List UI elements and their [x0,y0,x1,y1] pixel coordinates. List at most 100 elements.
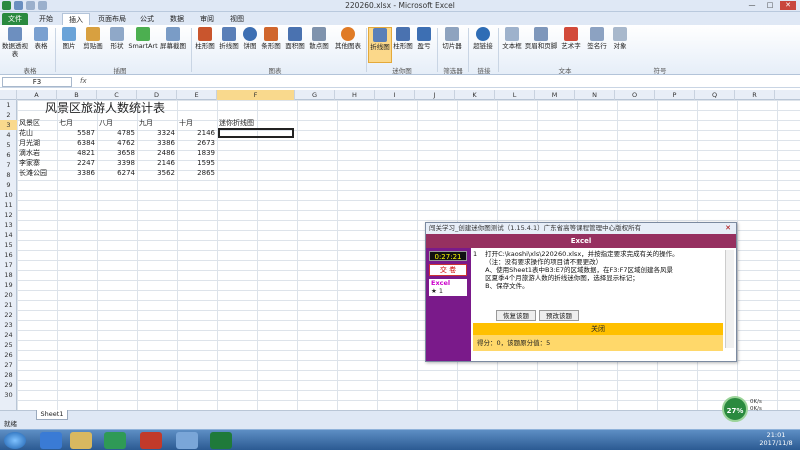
header-cell[interactable]: 迷你折线图 [219,118,254,128]
row-header[interactable]: 20 [0,290,17,300]
row-header[interactable]: 27 [0,360,17,370]
column-header[interactable]: P [655,90,695,100]
app-icon[interactable] [104,432,126,449]
table-button[interactable]: 表格 [30,27,52,50]
column-header[interactable]: K [455,90,495,100]
data-cell[interactable]: 4762 [97,138,135,148]
name-box[interactable]: F3 [2,77,72,87]
shapes-button[interactable]: 形状 [106,27,128,50]
start-button[interactable] [4,432,26,449]
data-cell[interactable]: 6384 [57,138,95,148]
network-speed-widget[interactable]: 27% [722,396,748,422]
data-cell[interactable]: 3398 [97,158,135,168]
sheet-title-cell[interactable]: 风景区旅游人数统计表 [45,100,165,116]
row-header[interactable]: 16 [0,250,17,260]
row-header[interactable]: 29 [0,380,17,390]
tab-home[interactable]: 开始 [32,13,60,25]
column-header[interactable]: D [137,90,177,100]
column-header[interactable]: H [335,90,375,100]
system-clock[interactable]: 21:01 2017/11/8 [756,431,796,447]
row-header[interactable]: 15 [0,240,17,250]
question-list-item[interactable]: ★ 1 [431,287,467,295]
row-header[interactable]: 12 [0,210,17,220]
header-cell[interactable]: 七月 [59,118,73,128]
row-header[interactable]: 30 [0,390,17,400]
scatter-chart-button[interactable]: 散点图 [307,27,331,50]
area-chart-button[interactable]: 面积图 [283,27,307,50]
header-cell[interactable]: 风景区 [19,118,40,128]
redo-question-button[interactable]: 预改该题 [539,310,579,321]
data-cell[interactable]: 月光湖 [19,138,40,148]
data-cell[interactable]: 3386 [137,138,175,148]
selected-cell-f3[interactable] [218,128,294,138]
tab-view[interactable]: 视图 [224,13,250,25]
bar-chart-button[interactable]: 条形图 [259,27,283,50]
row-header[interactable]: 6 [0,150,17,160]
other-charts-button[interactable]: 其他图表 [331,27,365,50]
sparkline-winloss-button[interactable]: 盈亏 [414,27,434,50]
data-cell[interactable]: 3562 [137,168,175,178]
tab-insert[interactable]: 插入 [62,13,90,25]
question-list[interactable]: Excel ★ 1 [429,279,467,296]
row-header[interactable]: 21 [0,300,17,310]
row-header[interactable]: 7 [0,160,17,170]
column-header[interactable]: A [17,90,57,100]
column-header[interactable]: R [735,90,775,100]
row-header[interactable]: 25 [0,340,17,350]
data-cell[interactable]: 3658 [97,148,135,158]
data-cell[interactable]: 2247 [57,158,95,168]
tab-page-layout[interactable]: 页面布局 [94,13,130,25]
dialog-close-icon[interactable]: ✕ [723,224,733,232]
row-header[interactable]: 1 [0,100,17,110]
row-header[interactable]: 17 [0,260,17,270]
textbox-button[interactable]: 文本框 [500,27,524,50]
row-header[interactable]: 23 [0,320,17,330]
data-cell[interactable]: 李家寨 [19,158,40,168]
smartart-button[interactable]: SmartArt [128,27,158,50]
header-cell[interactable]: 八月 [99,118,113,128]
pie-chart-button[interactable]: 饼图 [241,27,259,50]
row-header[interactable]: 28 [0,370,17,380]
column-chart-button[interactable]: 柱形图 [193,27,217,50]
row-header[interactable]: 13 [0,220,17,230]
row-header[interactable]: 24 [0,330,17,340]
signature-line-button[interactable]: 签名行 [584,27,610,50]
hyperlink-button[interactable]: 超链接 [470,27,496,50]
header-footer-button[interactable]: 页眉和页脚 [524,27,558,50]
explorer-icon[interactable] [70,432,92,449]
exam-app-icon[interactable] [176,432,198,449]
column-header[interactable]: C [97,90,137,100]
media-icon[interactable] [140,432,162,449]
row-header[interactable]: 26 [0,350,17,360]
dialog-scrollbar[interactable] [725,250,734,348]
data-cell[interactable]: 2146 [177,128,215,138]
column-header[interactable]: N [575,90,615,100]
data-cell[interactable]: 5587 [57,128,95,138]
column-header[interactable]: I [375,90,415,100]
object-button[interactable]: 对象 [610,27,630,50]
row-header[interactable]: 22 [0,310,17,320]
data-cell[interactable]: 2673 [177,138,215,148]
row-header[interactable]: 11 [0,200,17,210]
restore-question-button[interactable]: 恢复该题 [496,310,536,321]
header-cell[interactable]: 九月 [139,118,153,128]
row-header[interactable]: 14 [0,230,17,240]
row-header[interactable]: 8 [0,170,17,180]
tab-formulas[interactable]: 公式 [134,13,160,25]
data-cell[interactable]: 滴水岩 [19,148,40,158]
row-header[interactable]: 5 [0,140,17,150]
screenshot-button[interactable]: 屏幕截图 [158,27,188,50]
data-cell[interactable]: 4821 [57,148,95,158]
column-header[interactable]: O [615,90,655,100]
column-header[interactable]: E [177,90,217,100]
column-header[interactable]: B [57,90,97,100]
tab-data[interactable]: 数据 [164,13,190,25]
row-header[interactable]: 19 [0,280,17,290]
data-cell[interactable]: 3386 [57,168,95,178]
column-header[interactable]: Q [695,90,735,100]
data-cell[interactable]: 3324 [137,128,175,138]
column-header[interactable]: J [415,90,455,100]
sparkline-line-button[interactable]: 折线图 [368,27,392,63]
data-cell[interactable]: 2865 [177,168,215,178]
fx-icon[interactable]: fx [80,77,87,85]
